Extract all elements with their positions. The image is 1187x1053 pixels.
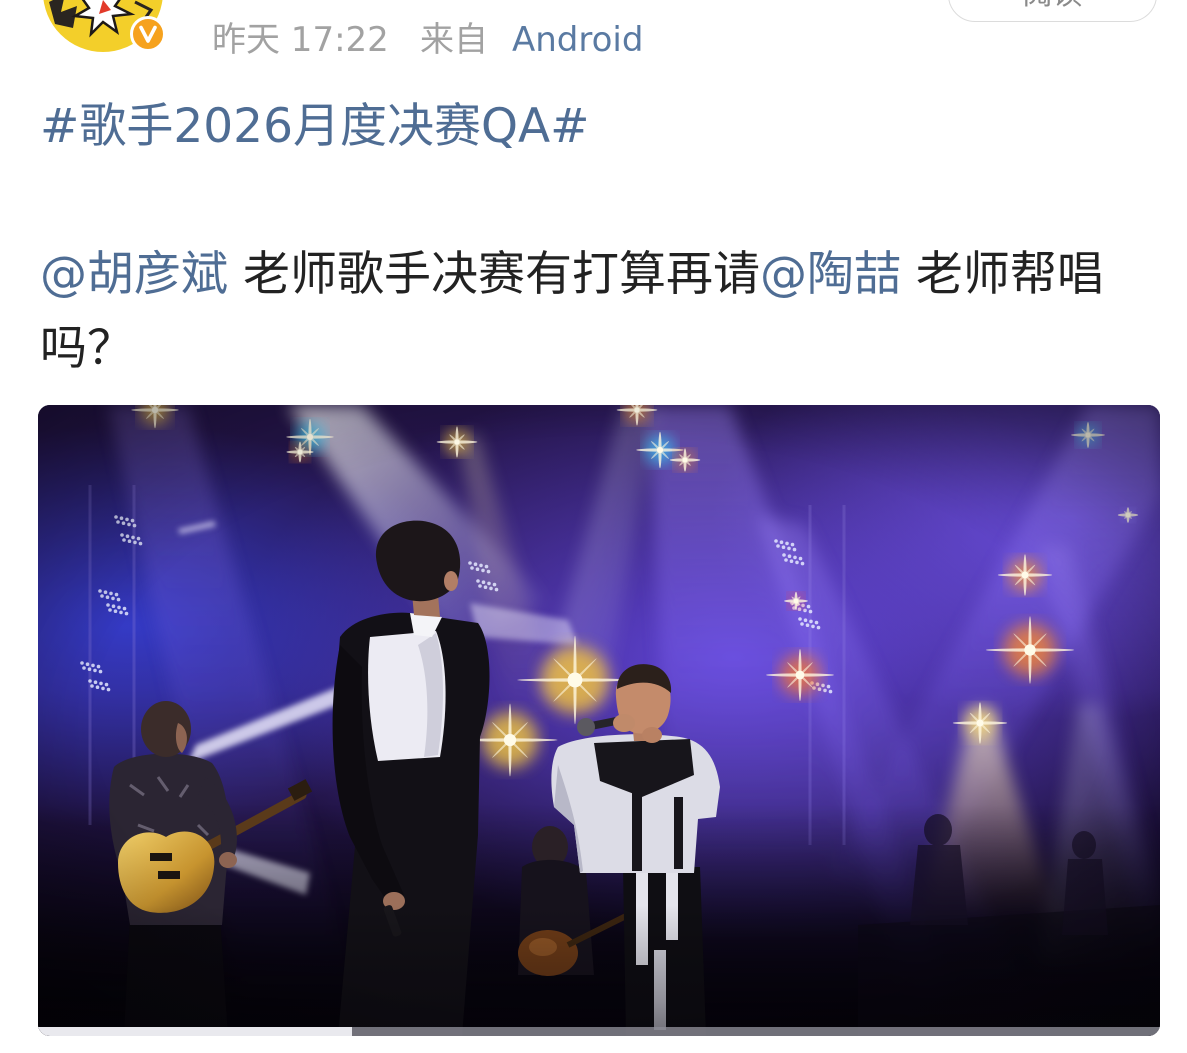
post-text-segment: 老师帮唱	[900, 247, 1104, 302]
concert-stage-scene	[38, 405, 1160, 1036]
post-text-segment: 老师歌手决赛有打算再请	[228, 247, 760, 302]
video-thumbnail[interactable]	[38, 405, 1160, 1036]
source-link[interactable]: Android	[512, 19, 643, 61]
verified-badge-icon	[130, 16, 166, 52]
post-line: 吗？	[40, 312, 1170, 386]
read-button[interactable]: 阅读	[948, 0, 1157, 22]
image-vignette	[38, 405, 1160, 1036]
source-prefix: 来自	[420, 20, 488, 60]
post-text-segment: 吗？	[40, 321, 134, 376]
video-progress-fill	[38, 1027, 353, 1036]
hashtag-link[interactable]: #歌手2026月度决赛QA#	[40, 99, 590, 154]
video-progress-bar[interactable]	[38, 1027, 1160, 1036]
mention-link[interactable]: @胡彦斌	[40, 247, 228, 302]
post-body: #歌手2026月度决赛QA# @胡彦斌 老师歌手决赛有打算再请@陶喆 老师帮唱 …	[40, 90, 1170, 386]
verified-badge-circle	[130, 16, 166, 52]
post-line: #歌手2026月度决赛QA#	[40, 90, 1170, 164]
mention-link[interactable]: @陶喆	[760, 247, 901, 302]
post-line: @胡彦斌 老师歌手决赛有打算再请@陶喆 老师帮唱	[40, 238, 1170, 312]
post-timestamp: 昨天 17:22	[212, 20, 389, 60]
